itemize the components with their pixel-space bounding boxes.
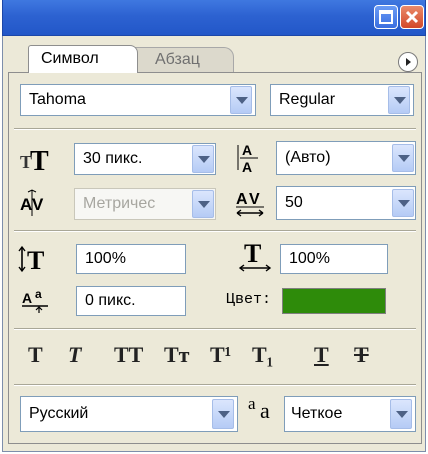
language-select[interactable]: Русский — [20, 396, 238, 432]
minimize-icon — [379, 10, 393, 24]
divider — [14, 128, 416, 130]
divider — [14, 328, 416, 330]
chevron-down-icon — [198, 156, 210, 163]
minimize-button[interactable] — [374, 5, 398, 29]
antialias-dropdown-button[interactable] — [390, 399, 412, 429]
font-size-value: 30 пикс. — [83, 150, 143, 167]
chevron-down-icon — [236, 97, 248, 104]
close-button[interactable] — [400, 5, 424, 29]
chevron-down-icon — [398, 155, 410, 162]
color-label: Цвет: — [226, 291, 272, 308]
superscript-button[interactable]: T¹ — [210, 342, 231, 368]
chevron-down-icon — [396, 411, 408, 418]
leading-value: (Авто) — [285, 149, 331, 166]
font-family-value: Tahoma — [29, 91, 86, 108]
baseline-shift-icon: A a — [22, 287, 48, 313]
svg-text:T: T — [27, 246, 44, 274]
divider — [14, 230, 416, 232]
font-style-dropdown-button[interactable] — [388, 86, 410, 114]
tab-character[interactable]: Символ — [28, 45, 138, 73]
panel-menu-button[interactable] — [398, 52, 418, 72]
font-family-select[interactable]: Tahoma — [20, 84, 256, 116]
svg-text:V: V — [32, 195, 44, 214]
svg-text:a: a — [35, 287, 42, 301]
svg-text:V: V — [249, 191, 260, 208]
close-icon — [405, 10, 419, 24]
chevron-down-icon — [198, 201, 210, 208]
vertical-scale-icon: T — [18, 245, 44, 274]
svg-text:A: A — [242, 142, 252, 158]
language-value: Русский — [29, 405, 89, 422]
divider — [14, 384, 416, 386]
svg-text:A: A — [22, 290, 32, 306]
chevron-down-icon — [218, 411, 230, 418]
leading-icon: A A — [237, 142, 258, 175]
tab-paragraph-label: Абзац — [155, 51, 200, 68]
svg-text:A: A — [236, 191, 248, 208]
chevron-down-icon — [398, 200, 410, 207]
tracking-dropdown-button[interactable] — [392, 189, 414, 217]
small-caps-button[interactable]: Tт — [164, 342, 189, 368]
horizontal-scale-input[interactable]: 100% — [280, 244, 388, 274]
font-family-dropdown-button[interactable] — [230, 86, 252, 114]
subscript-button[interactable]: T₁ — [252, 342, 273, 368]
title-bar[interactable] — [2, 0, 426, 36]
tracking-value: 50 — [285, 194, 303, 211]
tab-character-label: Символ — [41, 50, 99, 67]
vertical-scale-input[interactable]: 100% — [76, 244, 186, 274]
kerning-dropdown-button[interactable] — [192, 190, 214, 218]
horizontal-scale-icon: T — [238, 240, 272, 272]
horizontal-scale-value: 100% — [289, 250, 330, 267]
baseline-shift-input[interactable]: 0 пикс. — [76, 286, 186, 316]
strikethrough-button[interactable]: T — [354, 342, 369, 368]
language-dropdown-button[interactable] — [212, 399, 234, 429]
baseline-shift-value: 0 пикс. — [85, 292, 136, 309]
faux-italic-button[interactable]: T — [68, 342, 81, 368]
svg-text:T: T — [244, 240, 261, 268]
tab-paragraph[interactable]: Абзац — [128, 47, 234, 72]
color-swatch[interactable] — [282, 288, 386, 314]
chevron-down-icon — [394, 97, 406, 104]
leading-dropdown-button[interactable] — [392, 144, 414, 172]
antialias-value: Четкое — [291, 405, 343, 422]
tracking-icon: A V — [236, 191, 264, 217]
svg-text:T: T — [30, 146, 49, 174]
underline-button[interactable]: T — [314, 342, 329, 368]
aa-icon: a a — [248, 394, 270, 423]
all-caps-button[interactable]: TT — [114, 342, 143, 368]
vertical-scale-value: 100% — [85, 250, 126, 267]
panel-menu-icon — [406, 58, 411, 66]
font-size-dropdown-button[interactable] — [192, 145, 214, 173]
kerning-value: Метричес — [83, 195, 156, 212]
svg-text:A: A — [20, 195, 32, 214]
font-size-icon: T T — [20, 146, 49, 174]
font-style-value: Regular — [279, 91, 336, 108]
faux-bold-button[interactable]: T — [28, 342, 43, 368]
svg-text:A: A — [242, 159, 252, 175]
kerning-icon: A V — [20, 189, 44, 216]
